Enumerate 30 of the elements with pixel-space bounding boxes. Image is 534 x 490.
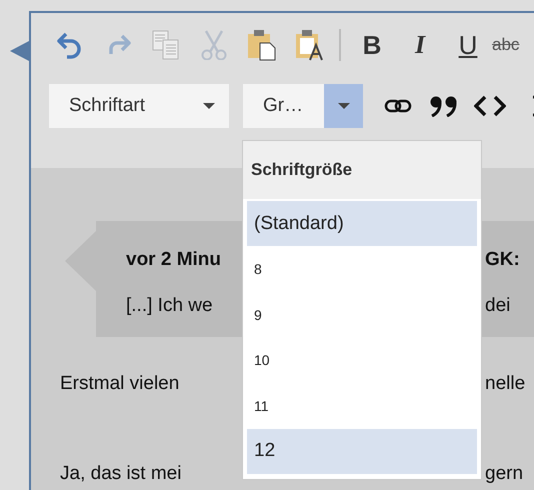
code-icon[interactable] [474, 95, 506, 117]
quote-header: vor 2 Minu [126, 249, 222, 271]
menu-item[interactable]: 8 [247, 246, 477, 292]
font-dropdown[interactable]: Schriftart [49, 84, 229, 128]
quote-text: [...] Ich we [126, 295, 213, 317]
menu-item[interactable]: 11 [247, 383, 477, 428]
caret-icon [338, 103, 350, 109]
quote-header: GK: [485, 249, 521, 271]
quote-text: dei [485, 295, 512, 317]
quotation-marks-icon[interactable] [429, 95, 459, 117]
bold-button[interactable]: B [348, 28, 396, 62]
copy-icon [152, 30, 180, 60]
menu-item[interactable]: 10 [247, 338, 477, 382]
font-size-dropdown[interactable]: Gr… [243, 84, 363, 128]
scissors-icon [201, 30, 227, 60]
italic-button[interactable]: I [396, 28, 444, 62]
underline-button[interactable]: U [444, 28, 492, 62]
link-icon[interactable] [384, 99, 412, 113]
clipboard-icon [247, 29, 277, 61]
paragraph-text: Erstmal vielen [60, 373, 180, 395]
menu-item[interactable]: 12 [247, 428, 477, 474]
menu-item[interactable]: (Standard) [247, 201, 477, 246]
paragraph-text: Ja, das ist mei [60, 463, 182, 485]
paragraph-text: nelle [485, 373, 526, 395]
menu-item[interactable]: 9 [247, 292, 477, 337]
undo-icon [57, 31, 83, 59]
menu-title: Schriftgröße [243, 141, 481, 199]
clipboard-text-icon [295, 29, 325, 61]
strikethrough-button[interactable]: abc [492, 28, 526, 62]
paragraph-text: gern [485, 463, 524, 485]
